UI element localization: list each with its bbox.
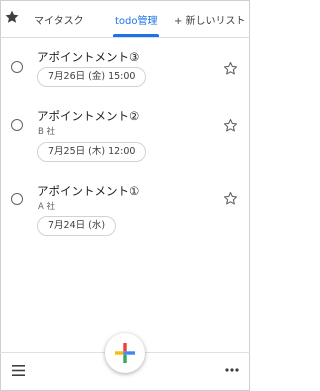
plus-icon	[115, 343, 135, 363]
star-filled-icon[interactable]	[4, 9, 20, 25]
task-title[interactable]: アポイントメント③	[37, 49, 139, 65]
task-item[interactable]: アポイントメント① A 社 7月24日 (水)	[0, 171, 250, 246]
tab-todo[interactable]: todo管理	[115, 12, 158, 27]
star-outline-icon[interactable]	[223, 61, 238, 76]
complete-checkbox[interactable]	[11, 61, 23, 73]
add-task-button[interactable]	[105, 333, 145, 373]
star-outline-icon[interactable]	[223, 118, 238, 133]
tab-bar: マイタスク todo管理 + 新しいリスト	[0, 0, 250, 38]
task-title[interactable]: アポイントメント②	[37, 108, 139, 124]
menu-icon[interactable]	[12, 365, 25, 376]
task-note[interactable]: B 社	[38, 125, 55, 137]
date-chip[interactable]: 7月24日 (水)	[37, 216, 117, 236]
task-item[interactable]: アポイントメント② B 社 7月25日 (木) 12:00	[0, 96, 250, 171]
date-chip[interactable]: 7月25日 (木) 12:00	[37, 142, 147, 162]
date-chip[interactable]: 7月26日 (金) 15:00	[37, 67, 147, 87]
task-title[interactable]: アポイントメント①	[37, 183, 139, 199]
task-item[interactable]: アポイントメント③ 7月26日 (金) 15:00	[0, 38, 250, 96]
tab-my-tasks[interactable]: マイタスク	[34, 12, 84, 27]
more-icon[interactable]	[225, 368, 239, 372]
complete-checkbox[interactable]	[11, 193, 23, 205]
complete-checkbox[interactable]	[11, 119, 23, 131]
task-note[interactable]: A 社	[38, 200, 55, 212]
tab-new-list[interactable]: + 新しいリスト	[174, 12, 246, 27]
star-outline-icon[interactable]	[223, 191, 238, 206]
